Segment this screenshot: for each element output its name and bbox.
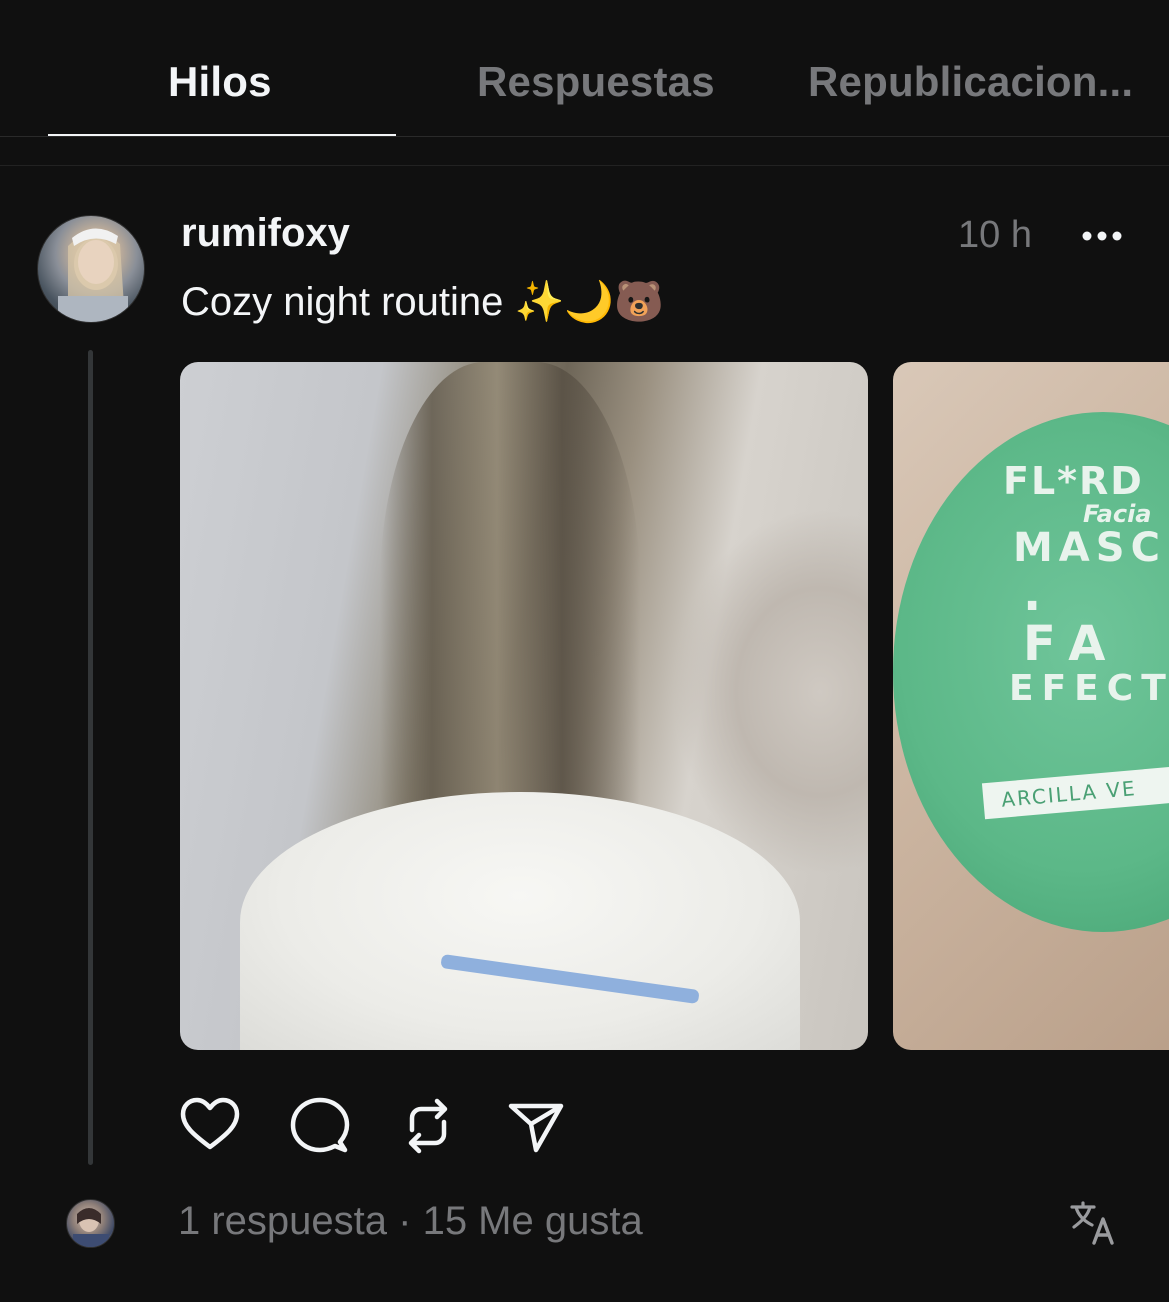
comment-icon[interactable] bbox=[290, 1096, 350, 1156]
heart-icon[interactable] bbox=[180, 1096, 240, 1156]
replies-likes-summary[interactable]: 1 respuesta · 15 Me gusta bbox=[178, 1199, 643, 1244]
jar-label: FL*RD Facia MASC . FA EFECT bbox=[1003, 459, 1169, 709]
reply-avatar[interactable] bbox=[66, 1199, 115, 1248]
media-carousel[interactable]: FL*RD Facia MASC . FA EFECT ARCILLA VE bbox=[180, 362, 1169, 1050]
post-image-1[interactable] bbox=[180, 362, 868, 1050]
profile-tabs: Hilos Respuestas Republicacion... bbox=[0, 0, 1169, 137]
image-fleece-shape bbox=[240, 792, 800, 1050]
reply-avatar-photo bbox=[73, 1208, 109, 1247]
translate-icon[interactable] bbox=[1068, 1199, 1118, 1247]
post-text: Cozy night routine ✨🌙🐻 bbox=[181, 280, 664, 324]
threads-profile-page: Hilos Respuestas Republicacion... rumifo… bbox=[0, 0, 1169, 1302]
more-options-icon[interactable] bbox=[1080, 224, 1124, 248]
avatar-photo bbox=[58, 228, 128, 322]
tab-respuestas[interactable]: Respuestas bbox=[477, 58, 715, 108]
repost-icon[interactable] bbox=[398, 1096, 458, 1156]
section-divider bbox=[0, 165, 1169, 166]
tab-hilos[interactable]: Hilos bbox=[168, 58, 272, 108]
tab-republicaciones[interactable]: Republicacion... bbox=[808, 58, 1133, 108]
share-icon[interactable] bbox=[506, 1096, 566, 1156]
thread-line bbox=[88, 350, 93, 1165]
post-timestamp: 10 h bbox=[958, 214, 1032, 256]
post-image-2[interactable]: FL*RD Facia MASC . FA EFECT ARCILLA VE bbox=[893, 362, 1169, 1050]
tabs-divider bbox=[0, 136, 1169, 137]
post-author-avatar[interactable] bbox=[37, 215, 145, 323]
post-username[interactable]: rumifoxy bbox=[181, 211, 350, 256]
